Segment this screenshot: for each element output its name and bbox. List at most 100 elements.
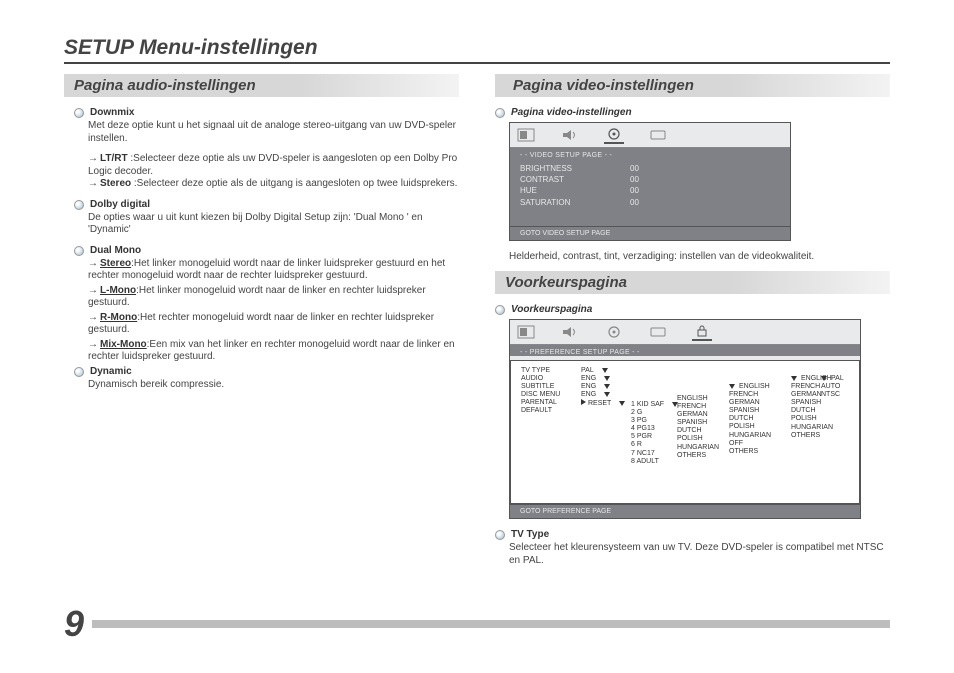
pref-item: OTHERS bbox=[677, 452, 719, 460]
pref-item: SUBTITLE bbox=[521, 383, 560, 391]
pref-item: 7 NC17 bbox=[631, 450, 682, 458]
text-ltrt: :Selecteer deze optie als uw DVD-speler … bbox=[88, 153, 457, 177]
page-number: 9 bbox=[64, 603, 84, 645]
arrow-icon: → bbox=[88, 339, 98, 352]
pref-item: HUNGARIAN bbox=[677, 444, 719, 452]
pref-item: ENG bbox=[581, 375, 629, 383]
pref-item: ENG bbox=[581, 391, 629, 399]
page-footer: 9 bbox=[64, 603, 890, 645]
tab-lock-icon bbox=[692, 323, 712, 341]
pref-item: 4 PG13 bbox=[631, 425, 682, 433]
text-rmono: :Het rechter monogeluid wordt naar de li… bbox=[88, 312, 434, 336]
osd-video: - - VIDEO SETUP PAGE - - BRIGHTNESS00CON… bbox=[509, 122, 791, 241]
osd-video-row: SATURATION00 bbox=[520, 197, 780, 208]
pref-item: DEFAULT bbox=[521, 407, 560, 415]
tab-pref-icon bbox=[648, 324, 668, 340]
label-dm-stereo: Stereo bbox=[100, 258, 131, 269]
text-downmix-intro: Met deze optie kunt u het signaal uit de… bbox=[88, 120, 459, 145]
heading-dualmono: Dual Mono bbox=[90, 245, 141, 256]
pref-item: POLISH bbox=[677, 435, 719, 443]
arrow-icon: → bbox=[88, 285, 98, 298]
arrow-icon: → bbox=[88, 258, 98, 271]
pref-item: FRENCH bbox=[729, 391, 771, 399]
osd-tabs bbox=[510, 123, 790, 148]
bullet-icon bbox=[74, 246, 84, 256]
footer-bar bbox=[92, 620, 890, 628]
arrow-icon: → bbox=[88, 178, 98, 191]
text-lmono: :Het linker monogeluid wordt naar de lin… bbox=[88, 285, 426, 309]
arrow-icon: → bbox=[88, 312, 98, 325]
pref-item: TV TYPE bbox=[521, 367, 560, 375]
pref-item: NTSC bbox=[821, 391, 844, 399]
arrow-icon: → bbox=[88, 153, 98, 166]
tab-pref-icon bbox=[648, 127, 668, 143]
osd-pref-title: - - PREFERENCE SETUP PAGE - - bbox=[520, 349, 850, 356]
pref-item: SPANISH bbox=[677, 419, 719, 427]
tab-general-icon bbox=[516, 324, 536, 340]
col-audio: Pagina audio-instellingen Downmix Met de… bbox=[64, 74, 459, 575]
osd-video-title: - - VIDEO SETUP PAGE - - bbox=[520, 152, 780, 159]
pref-item: RESET bbox=[581, 399, 629, 408]
pref-item: AUDIO bbox=[521, 375, 560, 383]
tab-general-icon bbox=[516, 127, 536, 143]
col-video-pref: Pagina video-instellingen Pagina video-i… bbox=[495, 74, 890, 575]
osd-pref: - - PREFERENCE SETUP PAGE - - TV TYPEAUD… bbox=[509, 319, 861, 519]
osd-pref-footer: GOTO PREFERENCE PAGE bbox=[510, 504, 860, 518]
pref-item: ENGLISH bbox=[677, 395, 719, 403]
pref-item: 5 PGR bbox=[631, 433, 682, 441]
bullet-icon bbox=[74, 108, 84, 118]
pref-item: 2 G bbox=[631, 409, 682, 417]
pref-item: GERMAN bbox=[677, 411, 719, 419]
pref-item: AUTO bbox=[821, 383, 844, 391]
text-tvtype: Selecteer het kleurensysteem van uw TV. … bbox=[509, 542, 890, 567]
heading-tvtype: TV Type bbox=[511, 529, 549, 540]
pref-item: DUTCH bbox=[677, 427, 719, 435]
osd-tabs bbox=[510, 320, 860, 345]
pref-item: POLISH bbox=[729, 423, 771, 431]
bullet-icon bbox=[74, 200, 84, 210]
pref-item: 3 PG bbox=[631, 417, 682, 425]
sub-pref: Voorkeurspagina bbox=[511, 304, 592, 315]
pref-item: POLISH bbox=[791, 415, 833, 423]
pref-item: PAL bbox=[821, 375, 844, 383]
heading-dolby: Dolby digital bbox=[90, 199, 150, 210]
sub-video: Pagina video-instellingen bbox=[511, 107, 632, 118]
section-video: Pagina video-instellingen bbox=[495, 74, 890, 97]
caption-video: Helderheid, contrast, tint, verzadiging:… bbox=[509, 251, 890, 264]
bullet-icon bbox=[74, 367, 84, 377]
label-stereo: Stereo bbox=[100, 178, 131, 189]
bullet-icon bbox=[495, 530, 505, 540]
label-mixmono: Mix-Mono bbox=[100, 339, 147, 350]
pref-item: GERMAN bbox=[729, 399, 771, 407]
heading-dynamic: Dynamic bbox=[90, 366, 132, 377]
text-dynamic: Dynamisch bereik compressie. bbox=[88, 379, 459, 392]
pref-item: DUTCH bbox=[791, 407, 833, 415]
tab-video-icon bbox=[604, 324, 624, 340]
pref-item: FRENCH bbox=[677, 403, 719, 411]
bullet-icon bbox=[495, 305, 505, 315]
pref-item: ENG bbox=[581, 383, 629, 391]
pref-item: PARENTAL bbox=[521, 399, 560, 407]
text-stereo: :Selecteer deze optie als de uitgang is … bbox=[131, 178, 457, 189]
pref-diagram: TV TYPEAUDIOSUBTITLEDISC MENUPARENTALDEF… bbox=[510, 360, 860, 504]
text-dolby: De opties waar u uit kunt kiezen bij Dol… bbox=[88, 212, 459, 237]
pref-item: 6 R bbox=[631, 441, 682, 449]
section-audio: Pagina audio-instellingen bbox=[64, 74, 459, 97]
pref-item: OFF bbox=[729, 440, 771, 448]
pref-item: DISC MENU bbox=[521, 391, 560, 399]
pref-item: OTHERS bbox=[791, 432, 833, 440]
section-pref: Voorkeurspagina bbox=[495, 271, 890, 294]
text-dm-stereo: :Het linker monogeluid wordt naar de lin… bbox=[88, 258, 445, 282]
osd-video-row: CONTRAST00 bbox=[520, 174, 780, 185]
pref-item: HUNGARIAN bbox=[791, 424, 833, 432]
osd-video-row: HUE00 bbox=[520, 185, 780, 196]
page-title: SETUP Menu-instellingen bbox=[64, 36, 890, 64]
tab-audio-icon bbox=[560, 324, 580, 340]
pref-item: DUTCH bbox=[729, 415, 771, 423]
osd-video-row: BRIGHTNESS00 bbox=[520, 163, 780, 174]
bullet-icon bbox=[495, 108, 505, 118]
tab-audio-icon bbox=[560, 127, 580, 143]
pref-item: ENGLISH bbox=[729, 383, 771, 391]
pref-item: PAL bbox=[581, 367, 629, 375]
label-rmono: R-Mono bbox=[100, 312, 137, 323]
